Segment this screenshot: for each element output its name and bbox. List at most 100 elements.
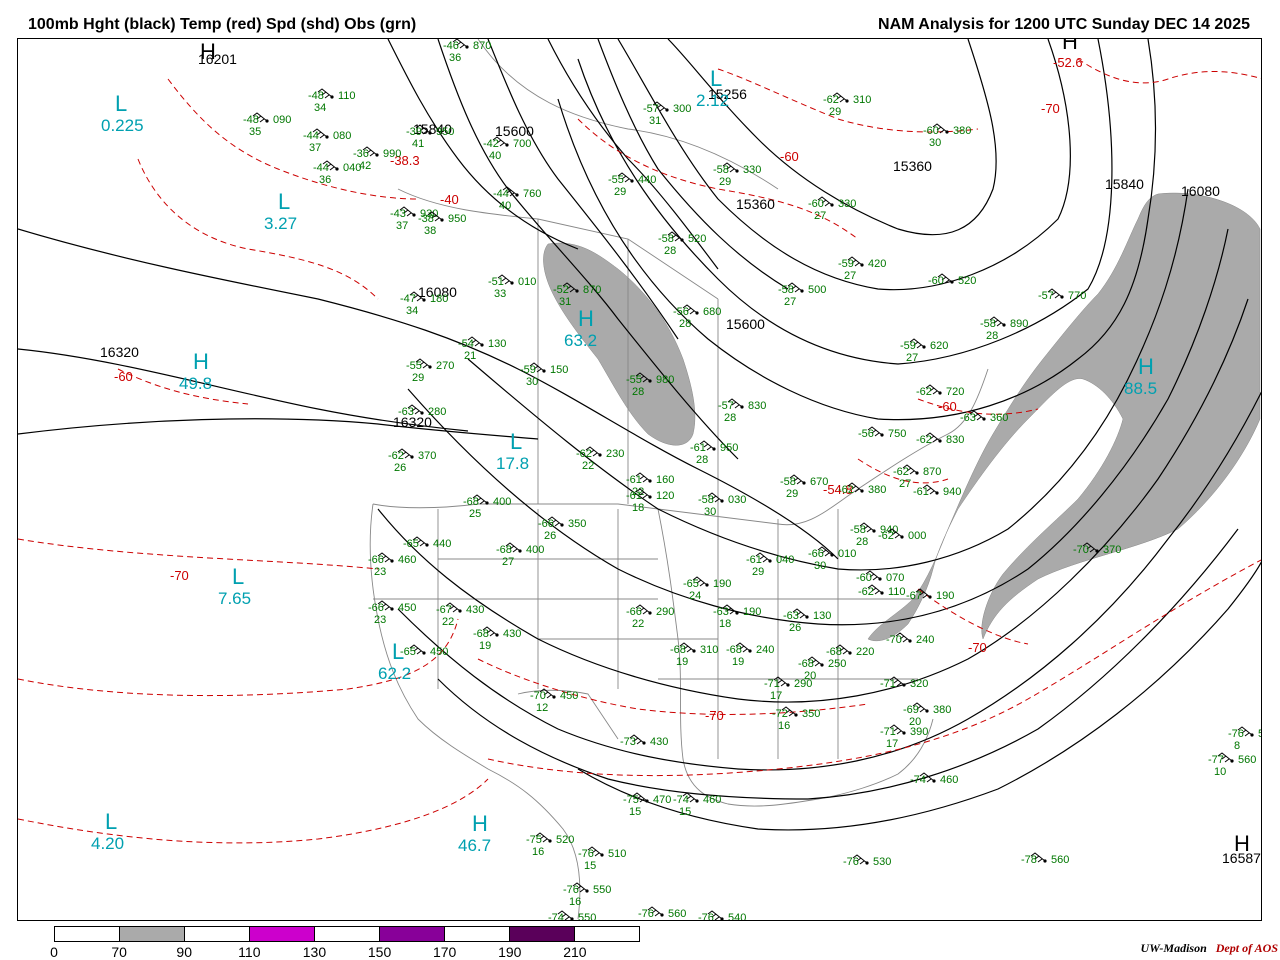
station-plot: -6920380 xyxy=(903,702,951,728)
station-plot: -73 430 xyxy=(620,734,668,748)
pressure-center-letter: H xyxy=(1234,831,1250,856)
station-plot: -6623 450 xyxy=(368,600,416,626)
station-temperature: -62 xyxy=(838,484,854,496)
station-temperature: -61 xyxy=(913,486,929,498)
station-height: 290 xyxy=(656,606,674,618)
height-contour-label: 15840 xyxy=(1105,176,1144,192)
station-dewpoint-depression: 29 xyxy=(829,106,841,118)
temperature-contour-label: -70 xyxy=(705,708,724,723)
station-temperature: -59 xyxy=(520,364,536,376)
station-temperature: -76 xyxy=(698,912,714,921)
station-temperature: -56 xyxy=(858,428,874,440)
station-height: 990 xyxy=(383,148,401,160)
station-height: 870 xyxy=(473,40,491,52)
station-dewpoint-depression: 29 xyxy=(614,186,626,198)
station-plot: -7516 520 xyxy=(526,832,574,858)
station-temperature: -75 xyxy=(623,794,639,806)
station-height: 560 xyxy=(1238,754,1256,766)
station-plot: -6626 350 xyxy=(538,516,586,542)
station-plot: -67 190 xyxy=(906,588,954,602)
pressure-center-value: 3.27 xyxy=(264,214,297,233)
station-plot: -6524 190 xyxy=(683,576,731,602)
station-temperature: -58 xyxy=(778,284,794,296)
pressure-center-letter: L xyxy=(115,91,127,116)
temperature-contour-label: -52.6 xyxy=(1053,55,1083,70)
station-height: 360 xyxy=(990,412,1008,424)
station-dewpoint-depression: 22 xyxy=(442,616,454,628)
station-dewpoint-depression: 30 xyxy=(704,506,716,518)
station-plot: -4636 870 xyxy=(443,39,491,64)
legend-tick-label: 0 xyxy=(50,944,58,960)
height-contour-label: 16080 xyxy=(1181,183,1220,199)
station-temperature: -61 xyxy=(626,474,642,486)
station-temperature: -58 xyxy=(780,476,796,488)
station-temperature: -76 xyxy=(563,884,579,896)
station-plot: -6229 310 xyxy=(823,92,871,118)
station-plot: -6226 370 xyxy=(388,448,436,474)
station-plot: -76 540 xyxy=(698,910,746,921)
station-temperature: -68 xyxy=(496,544,512,556)
station-temperature: -47 xyxy=(400,293,416,305)
station-temperature: -38 xyxy=(418,213,434,225)
legend-tick-label: 170 xyxy=(432,944,457,960)
station-temperature: -74 xyxy=(548,912,564,921)
station-temperature: -55 xyxy=(626,374,642,386)
station-temperature: -48 xyxy=(243,114,259,126)
pressure-center-letter: L xyxy=(232,564,244,589)
station-height: 620 xyxy=(930,340,948,352)
height-contour-label: 15360 xyxy=(736,196,775,212)
station-height: 370 xyxy=(418,450,436,462)
station-height: 540 xyxy=(728,912,746,921)
station-plot: -4835 090 xyxy=(243,112,291,138)
station-height: 440 xyxy=(433,538,451,550)
station-temperature: -71 xyxy=(764,678,780,690)
station-plot: -62 720 xyxy=(916,384,964,398)
station-dewpoint-depression: 34 xyxy=(406,305,418,317)
station-dewpoint-depression: 37 xyxy=(396,220,408,232)
station-dewpoint-depression: 29 xyxy=(752,566,764,578)
weather-map: 16201 15840 15600 15256 15360 15360 15840 16080… xyxy=(17,38,1262,921)
station-height: 400 xyxy=(493,496,511,508)
station-dewpoint-depression: 19 xyxy=(676,656,688,668)
station-height: 110 xyxy=(338,90,356,102)
station-height: 870 xyxy=(923,466,941,478)
station-dewpoint-depression: 15 xyxy=(584,860,596,872)
station-temperature: -61 xyxy=(690,442,706,454)
station-temperature: -70 xyxy=(1073,544,1089,556)
pressure-center-letter: H xyxy=(193,349,209,374)
station-temperature: -56 xyxy=(673,306,689,318)
station-temperature: -71 xyxy=(880,726,896,738)
station-plot: -5830 030 xyxy=(698,492,746,518)
station-temperature: -66 xyxy=(626,606,642,618)
height-contour-label: 15360 xyxy=(893,158,932,174)
station-height: 130 xyxy=(488,338,506,350)
station-plot: -6318 190 xyxy=(713,604,761,630)
station-height: 220 xyxy=(856,646,874,658)
pressure-center-letter: H xyxy=(1138,354,1154,379)
station-plot: -62 110 xyxy=(858,584,906,598)
station-plot: -6326 130 xyxy=(783,608,831,634)
station-dewpoint-depression: 24 xyxy=(689,590,701,602)
station-plot: -6819 310 xyxy=(670,642,718,668)
station-dewpoint-depression: 23 xyxy=(374,566,386,578)
legend-color-cell xyxy=(510,927,575,941)
pressure-center-value: 2.12 xyxy=(696,91,729,110)
station-temperature: -62 xyxy=(858,586,874,598)
station-temperature: -66 xyxy=(368,554,384,566)
station-dewpoint-depression: 21 xyxy=(464,350,476,362)
station-dewpoint-depression: 27 xyxy=(784,296,796,308)
station-temperature: -54 xyxy=(458,338,474,350)
station-height: 950 xyxy=(436,126,454,138)
pressure-center-value: 62.2 xyxy=(378,664,411,683)
station-temperature: -76 xyxy=(843,856,859,868)
height-contour-label: 15600 xyxy=(495,123,534,139)
legend-color-cell xyxy=(185,927,250,941)
station-temperature: -75 xyxy=(526,834,542,846)
station-temperature: -61 xyxy=(626,490,642,502)
station-dewpoint-depression: 40 xyxy=(499,200,511,212)
station-height: 460 xyxy=(703,794,721,806)
station-height: 090 xyxy=(273,114,291,126)
station-height: 180 xyxy=(430,293,448,305)
legend-color-cell xyxy=(315,927,380,941)
station-temperature: -61 xyxy=(746,554,762,566)
